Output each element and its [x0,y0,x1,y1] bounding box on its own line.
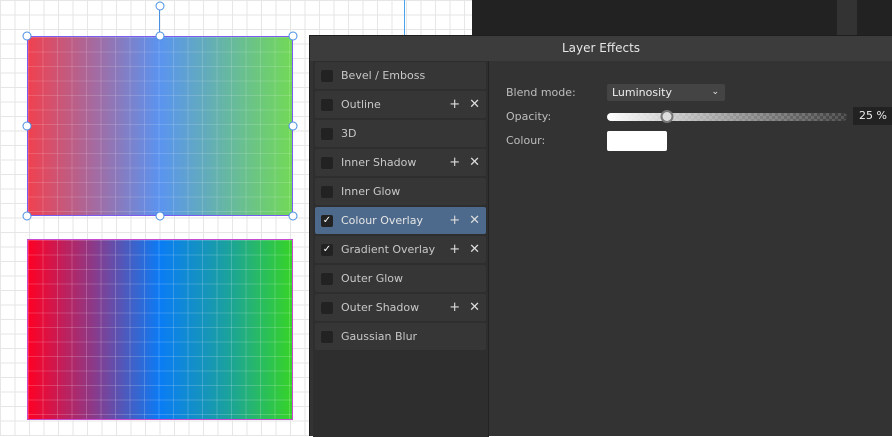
checkbox[interactable] [321,330,333,343]
checkbox[interactable] [321,69,333,82]
effect-item[interactable]: Outer Shadow + ✕ [315,294,486,321]
checkbox[interactable] [321,272,333,285]
effect-label: 3D [341,127,357,140]
effect-item[interactable]: Outer Glow [315,265,486,292]
resize-handle[interactable] [288,121,298,131]
checkbox[interactable] [321,185,333,198]
scrollbar[interactable] [837,0,857,36]
effect-item[interactable]: ✓ Colour Overlay + ✕ [315,207,486,234]
opacity-label: Opacity: [506,110,552,123]
resize-handle[interactable] [22,211,32,221]
resize-handle[interactable] [155,211,165,221]
opacity-slider[interactable] [607,110,847,123]
effect-item[interactable]: Inner Glow [315,178,486,205]
resize-handle[interactable] [288,31,298,41]
toolbar-area [472,0,892,36]
effect-label: Colour Overlay [341,214,423,227]
opacity-value[interactable]: 25 % [853,107,892,125]
add-icon[interactable]: + [449,97,460,112]
check-icon: ✓ [322,243,332,255]
effect-item[interactable]: Inner Shadow + ✕ [315,149,486,176]
remove-icon[interactable]: ✕ [469,97,480,112]
gradient-rectangle[interactable] [27,239,293,420]
effect-item[interactable]: Outline + ✕ [315,91,486,118]
checkbox[interactable] [321,301,333,314]
remove-icon[interactable]: ✕ [469,242,480,257]
resize-handle[interactable] [288,211,298,221]
effects-list: Bevel / Emboss Outline + ✕ 3D Inner Shadow + ✕ I… [313,61,489,437]
resize-handle[interactable] [22,31,32,41]
effect-item[interactable]: ✓ Gradient Overlay + ✕ [315,236,486,263]
add-icon[interactable]: + [449,155,460,170]
guide-line [404,0,405,36]
effect-label: Gaussian Blur [341,330,418,343]
add-icon[interactable]: + [449,213,460,228]
effect-label: Outer Shadow [341,301,420,314]
effect-item[interactable]: Gaussian Blur [315,323,486,350]
check-icon: ✓ [322,214,332,226]
gradient-rectangle-selected[interactable] [27,36,293,216]
effect-label: Inner Shadow [341,156,417,169]
checkbox[interactable] [321,98,333,111]
checkbox[interactable] [321,127,333,140]
layer-effects-panel: Layer Effects Bevel / Emboss Outline + ✕ 3D I… [309,35,892,437]
blend-mode-value: Luminosity [612,86,672,99]
blend-mode-select[interactable]: Luminosity ⌄ [607,84,725,101]
effect-label: Gradient Overlay [341,243,436,256]
effect-label: Bevel / Emboss [341,69,426,82]
rotation-handle[interactable] [155,1,165,11]
panel-title: Layer Effects [310,36,892,61]
effect-label: Outer Glow [341,272,404,285]
remove-icon[interactable]: ✕ [469,155,480,170]
effect-label: Inner Glow [341,185,401,198]
effect-item[interactable]: Bevel / Emboss [315,62,486,89]
checkbox[interactable]: ✓ [321,243,333,256]
resize-handle[interactable] [155,31,165,41]
add-icon[interactable]: + [449,242,460,257]
resize-handle[interactable] [22,121,32,131]
blend-mode-label: Blend mode: [506,86,576,99]
remove-icon[interactable]: ✕ [469,213,480,228]
checkbox[interactable] [321,156,333,169]
opacity-slider-knob[interactable] [660,110,674,123]
add-icon[interactable]: + [449,300,460,315]
effect-label: Outline [341,98,381,111]
checkbox[interactable]: ✓ [321,214,333,227]
colour-label: Colour: [506,134,546,147]
chevron-down-icon: ⌄ [711,87,719,97]
colour-swatch[interactable] [607,131,667,151]
remove-icon[interactable]: ✕ [469,300,480,315]
effect-item[interactable]: 3D [315,120,486,147]
